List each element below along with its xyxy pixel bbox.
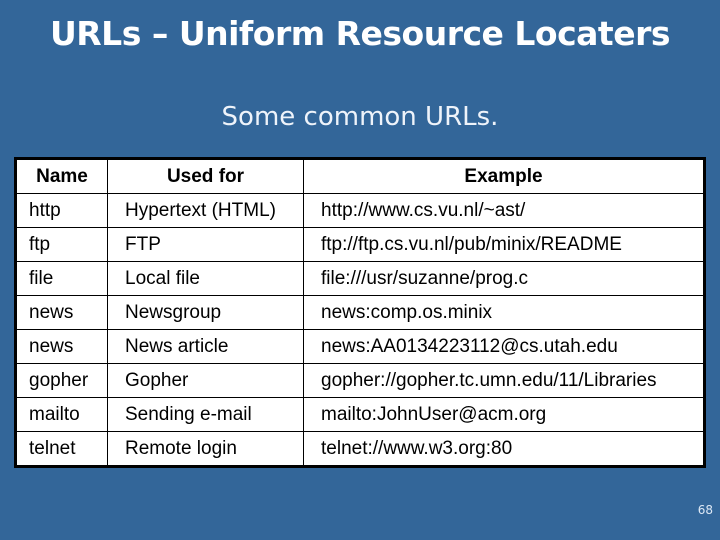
cell-used-for: Hypertext (HTML) — [107, 193, 304, 228]
page-number: 68 — [697, 503, 713, 517]
cell-example: telnet://www.w3.org:80 — [303, 431, 705, 467]
cell-name: ftp — [15, 227, 108, 262]
cell-example: gopher://gopher.tc.umn.edu/11/Libraries — [303, 363, 705, 398]
cell-used-for: News article — [107, 329, 304, 364]
table-row: file Local file file:///usr/suzanne/prog… — [15, 261, 705, 296]
cell-example: ftp://ftp.cs.vu.nl/pub/minix/README — [303, 227, 705, 262]
cell-example: news:AA0134223112@cs.utah.edu — [303, 329, 705, 364]
table-row: ftp FTP ftp://ftp.cs.vu.nl/pub/minix/REA… — [15, 227, 705, 262]
cell-used-for: Newsgroup — [107, 295, 304, 330]
cell-name: news — [15, 295, 108, 330]
cell-used-for: Sending e-mail — [107, 397, 304, 432]
url-table: Name Used for Example http Hypertext (HT… — [14, 157, 706, 468]
header-example: Example — [303, 158, 705, 194]
header-used-for: Used for — [107, 158, 304, 194]
table-row: gopher Gopher gopher://gopher.tc.umn.edu… — [15, 363, 705, 398]
table-row: news Newsgroup news:comp.os.minix — [15, 295, 705, 330]
cell-example: file:///usr/suzanne/prog.c — [303, 261, 705, 296]
cell-name: news — [15, 329, 108, 364]
table-row: mailto Sending e-mail mailto:JohnUser@ac… — [15, 397, 705, 432]
table-row: telnet Remote login telnet://www.w3.org:… — [15, 431, 705, 467]
cell-example: mailto:JohnUser@acm.org — [303, 397, 705, 432]
slide-title: URLs – Uniform Resource Locaters — [49, 14, 671, 53]
cell-example: news:comp.os.minix — [303, 295, 705, 330]
cell-used-for: Remote login — [107, 431, 304, 467]
table-header-row: Name Used for Example — [15, 158, 705, 194]
cell-name: mailto — [15, 397, 108, 432]
header-name: Name — [15, 158, 108, 194]
cell-used-for: Local file — [107, 261, 304, 296]
table-row: news News article news:AA0134223112@cs.u… — [15, 329, 705, 364]
slide-subtitle: Some common URLs. — [221, 102, 499, 132]
cell-used-for: FTP — [107, 227, 304, 262]
cell-example: http://www.cs.vu.nl/~ast/ — [303, 193, 705, 228]
cell-name: http — [15, 193, 108, 228]
cell-name: gopher — [15, 363, 108, 398]
cell-used-for: Gopher — [107, 363, 304, 398]
cell-name: file — [15, 261, 108, 296]
table-row: http Hypertext (HTML) http://www.cs.vu.n… — [15, 193, 705, 228]
cell-name: telnet — [15, 431, 108, 467]
